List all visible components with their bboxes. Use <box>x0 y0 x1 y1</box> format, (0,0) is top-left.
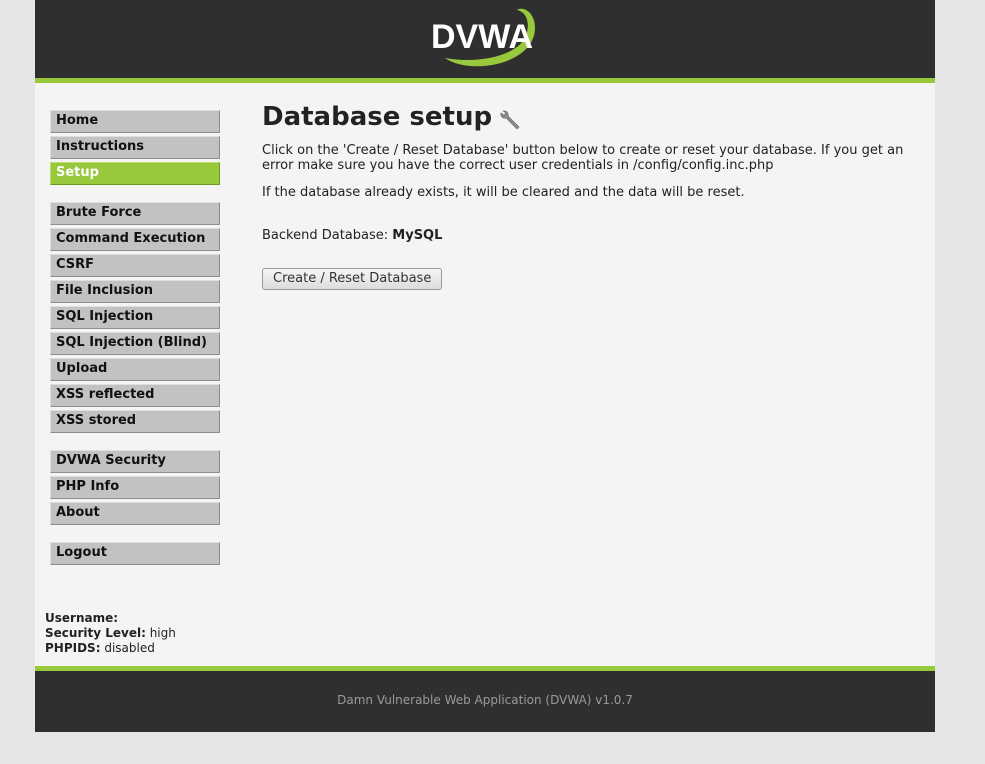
menu-item-xss-reflected[interactable]: XSS reflected <box>50 384 220 407</box>
menu-block: Logout <box>50 542 220 565</box>
menu-item-logout[interactable]: Logout <box>50 542 220 565</box>
footer: Damn Vulnerable Web Application (DVWA) v… <box>35 666 935 732</box>
menu-item-php-info[interactable]: PHP Info <box>50 476 220 499</box>
page-title: Database setup <box>262 102 493 132</box>
menu-item-upload[interactable]: Upload <box>50 358 220 381</box>
menu-item-csrf[interactable]: CSRF <box>50 254 220 277</box>
main-menu: Home Instructions Setup Brute Force Command … <box>50 110 220 582</box>
menu-block: Brute Force Command Execution CSRF File Inc… <box>50 202 220 433</box>
username-row: Username: <box>45 611 176 626</box>
menu-item-instructions[interactable]: Instructions <box>50 136 220 159</box>
logo-text: DVWA <box>431 18 533 56</box>
system-info: Username: Security Level: high PHPIDS: d… <box>45 611 176 656</box>
backend-label: Backend Database: <box>262 228 389 243</box>
menu-block: DVWA Security PHP Info About <box>50 450 220 525</box>
page-title-row: Database setup <box>262 100 912 134</box>
page-container: DVWA Home Instructions Setup Brute Force Com… <box>35 0 935 732</box>
menu-item-about[interactable]: About <box>50 502 220 525</box>
menu-item-command-execution[interactable]: Command Execution <box>50 228 220 251</box>
create-reset-database-button[interactable]: Create / Reset Database <box>262 268 443 290</box>
backend-value: MySQL <box>392 228 443 243</box>
menu-item-dvwa-security[interactable]: DVWA Security <box>50 450 220 473</box>
menu-item-home[interactable]: Home <box>50 110 220 133</box>
dvwa-logo: DVWA <box>431 4 541 68</box>
backend-database: Backend Database: MySQL <box>262 228 912 243</box>
header: DVWA <box>35 0 935 83</box>
intro-text: Click on the 'Create / Reset Database' b… <box>262 143 904 173</box>
menu-item-xss-stored[interactable]: XSS stored <box>50 410 220 433</box>
security-level-label: Security Level: <box>45 626 146 640</box>
menu-item-file-inclusion[interactable]: File Inclusion <box>50 280 220 303</box>
phpids-label: PHPIDS: <box>45 641 101 655</box>
menu-item-brute-force[interactable]: Brute Force <box>50 202 220 225</box>
note-text: If the database already exists, it will … <box>262 185 745 200</box>
security-level-value: high <box>149 626 176 640</box>
footer-text: Damn Vulnerable Web Application (DVWA) v… <box>337 693 633 707</box>
security-level-row: Security Level: high <box>45 626 176 641</box>
menu-item-sql-injection-blind[interactable]: SQL Injection (Blind) <box>50 332 220 355</box>
main-content: Database setup Click on the 'Create / Re… <box>262 100 912 290</box>
phpids-row: PHPIDS: disabled <box>45 641 176 656</box>
phpids-value: disabled <box>104 641 155 655</box>
username-label: Username: <box>45 611 119 625</box>
wrench-icon <box>500 106 520 130</box>
menu-block: Home Instructions Setup <box>50 110 220 185</box>
menu-item-sql-injection[interactable]: SQL Injection <box>50 306 220 329</box>
menu-item-setup[interactable]: Setup <box>50 162 220 185</box>
